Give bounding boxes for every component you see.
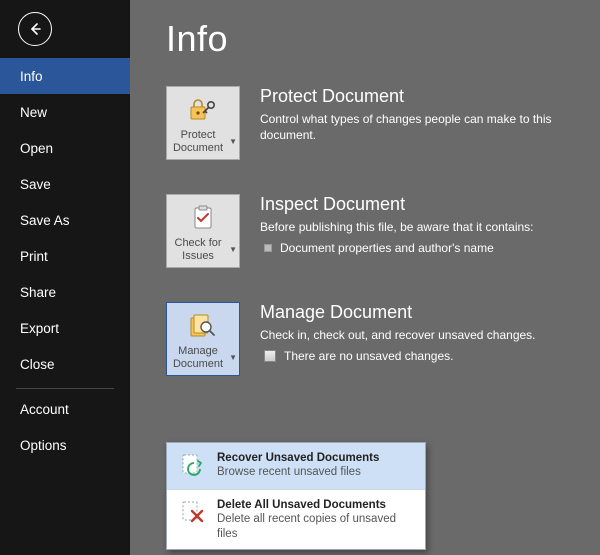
sidebar-item-options[interactable]: Options [0,427,130,463]
inspect-list: Document properties and author's name [260,241,534,255]
protect-document-button[interactable]: Protect Document ▼ [166,86,240,160]
section-manage: Manage Document ▼ Manage Document Check … [166,302,600,376]
dropdown-item-desc: Delete all recent copies of unsaved file… [217,512,415,541]
sidebar-item-new[interactable]: New [0,94,130,130]
tile-label: Manage Document [169,345,227,370]
arrow-left-icon [27,21,43,37]
section-title: Manage Document [260,302,536,323]
sidebar-item-label: Close [20,357,55,372]
section-title: Protect Document [260,86,590,107]
dropdown-item-text: Delete All Unsaved Documents Delete all … [217,498,415,541]
section-inspect: Check for Issues ▼ Inspect Document Befo… [166,194,600,268]
sidebar-item-label: Share [20,285,56,300]
delete-document-icon [177,498,207,528]
sidebar-item-save-as[interactable]: Save As [0,202,130,238]
dropdown-item-title: Recover Unsaved Documents [217,451,379,465]
list-item: There are no unsaved changes. [260,349,536,363]
sidebar-item-label: Open [20,141,53,156]
chevron-down-icon: ▼ [229,353,237,362]
sidebar-item-label: Export [20,321,59,336]
manage-text: Manage Document Check in, check out, and… [260,302,536,363]
content-pane: Info Protect Document ▼ [130,0,600,555]
tile-label: Check for Issues [169,237,227,262]
sidebar-item-label: Account [20,402,69,417]
section-desc: Before publishing this file, be aware th… [260,219,534,235]
inspect-text: Inspect Document Before publishing this … [260,194,534,255]
sidebar-item-share[interactable]: Share [0,274,130,310]
sidebar-item-label: Info [20,69,43,84]
manage-list: There are no unsaved changes. [260,349,536,363]
list-item-text: Document properties and author's name [280,241,494,255]
section-title: Inspect Document [260,194,534,215]
sidebar-item-label: Options [20,438,67,453]
list-item-text: There are no unsaved changes. [284,349,453,363]
dropdown-item-desc: Browse recent unsaved files [217,465,379,479]
section-protect: Protect Document ▼ Protect Document Cont… [166,86,600,160]
backstage-root: Info New Open Save Save As Print Share E… [0,0,600,555]
protect-text: Protect Document Control what types of c… [260,86,590,149]
dropdown-item-recover[interactable]: Recover Unsaved Documents Browse recent … [167,443,425,489]
sidebar: Info New Open Save Save As Print Share E… [0,0,130,555]
document-search-icon [186,309,220,343]
sidebar-item-open[interactable]: Open [0,130,130,166]
sidebar-item-info[interactable]: Info [0,58,130,94]
dropdown-item-delete[interactable]: Delete All Unsaved Documents Delete all … [167,489,425,549]
tile-label: Protect Document [169,129,227,154]
sidebar-item-export[interactable]: Export [0,310,130,346]
sidebar-item-print[interactable]: Print [0,238,130,274]
manage-document-button[interactable]: Manage Document ▼ [166,302,240,376]
dropdown-item-text: Recover Unsaved Documents Browse recent … [217,451,379,480]
sidebar-item-label: Save As [20,213,70,228]
back-button[interactable] [18,12,52,46]
recover-document-icon [177,451,207,481]
section-desc: Check in, check out, and recover unsaved… [260,327,536,343]
sidebar-item-label: Print [20,249,48,264]
sidebar-item-save[interactable]: Save [0,166,130,202]
section-desc: Control what types of changes people can… [260,111,590,143]
list-item: Document properties and author's name [260,241,534,255]
page-title: Info [166,18,600,60]
check-for-issues-button[interactable]: Check for Issues ▼ [166,194,240,268]
bullet-icon [264,244,272,252]
dropdown-item-title: Delete All Unsaved Documents [217,498,415,512]
sidebar-item-label: Save [20,177,51,192]
sidebar-item-account[interactable]: Account [0,391,130,427]
sidebar-item-close[interactable]: Close [0,346,130,382]
chevron-down-icon: ▼ [229,245,237,254]
sidebar-separator [16,388,114,389]
document-icon [264,350,276,362]
lock-key-icon [186,93,220,127]
back-row [0,0,130,58]
chevron-down-icon: ▼ [229,137,237,146]
sidebar-item-label: New [20,105,47,120]
clipboard-check-icon [188,201,218,235]
manage-document-dropdown: Recover Unsaved Documents Browse recent … [166,442,426,550]
